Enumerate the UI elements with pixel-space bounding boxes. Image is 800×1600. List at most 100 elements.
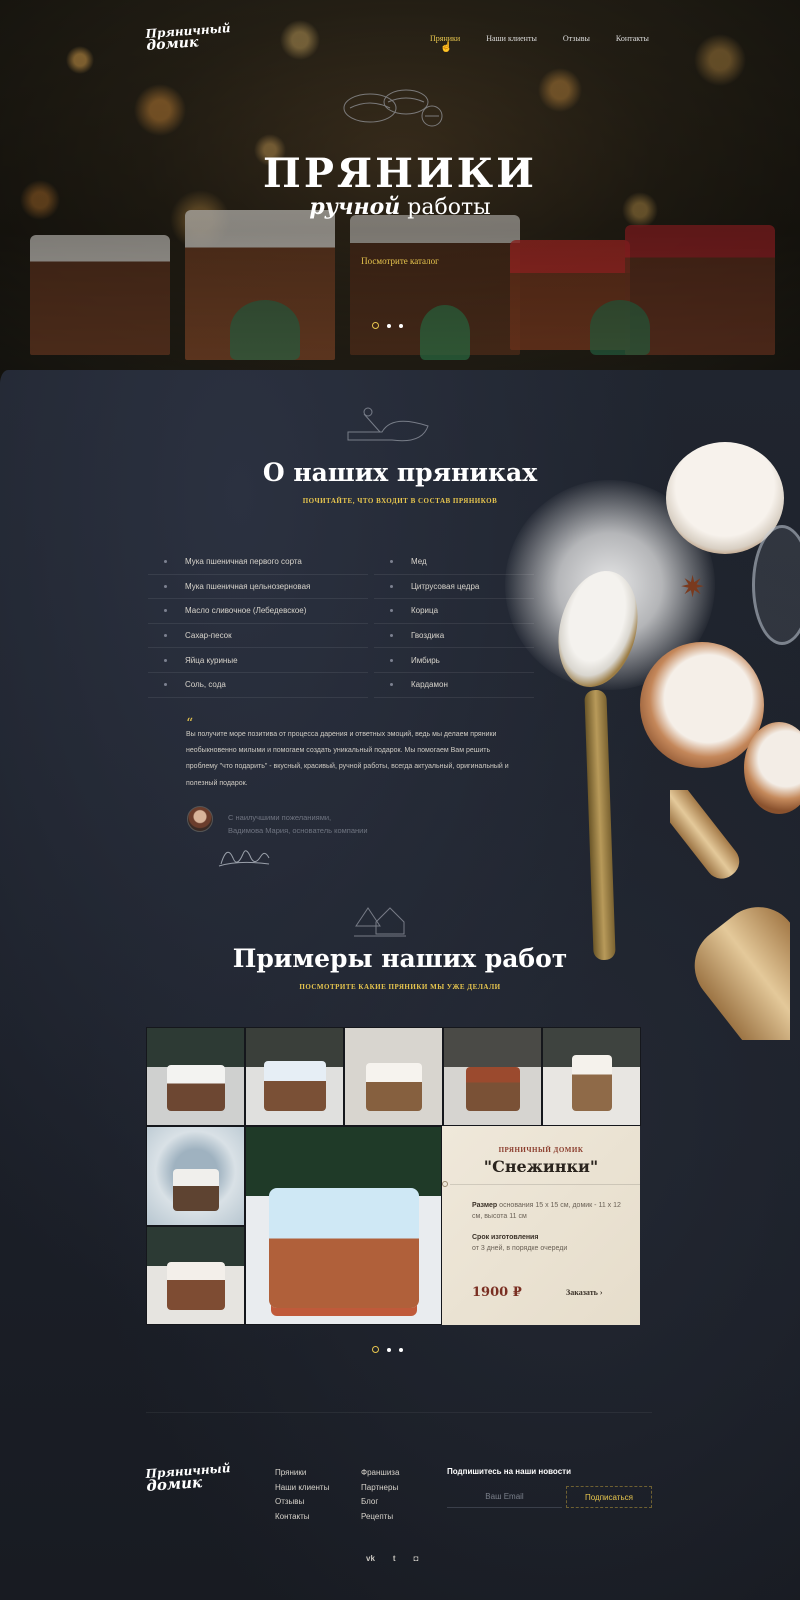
gallery-thumb-6[interactable] — [146, 1126, 245, 1226]
list-item: Цитрусовая цедра — [374, 575, 534, 600]
gingerbread-house-image — [365, 1063, 422, 1112]
works-dot-2[interactable] — [387, 1347, 391, 1352]
instagram-icon[interactable]: ◘ — [414, 1554, 419, 1563]
list-item: Мука пшеничная первого сорта — [148, 550, 368, 575]
bullet-icon — [164, 560, 167, 564]
ingredient-label: Кардамон — [411, 680, 448, 690]
bullet-icon — [164, 634, 167, 638]
ingredient-label: Масло сливочное (Лебедевское) — [185, 606, 307, 616]
bullet-icon — [164, 683, 167, 687]
hero-slider-dots — [372, 322, 403, 329]
bullet-icon — [164, 609, 167, 613]
hero-subtitle-rest: работы — [407, 195, 491, 220]
hero-dot-1[interactable] — [372, 322, 379, 329]
gallery-thumb-5[interactable] — [542, 1027, 641, 1126]
list-item: Мед — [374, 550, 534, 575]
cookies-sketch-icon — [343, 89, 443, 127]
email-field[interactable] — [447, 1486, 562, 1508]
footer-link-reviews[interactable]: Отзывы — [275, 1495, 329, 1510]
gallery-thumb-7[interactable] — [146, 1226, 245, 1325]
quote-author: С наилучшими пожеланиями, Вадимова Мария… — [228, 811, 368, 837]
vk-icon[interactable]: vk — [366, 1554, 375, 1563]
main-nav: Пряники Наши клиенты Отзывы Контакты — [430, 34, 675, 43]
bullet-icon — [390, 634, 393, 638]
footer-link-contacts[interactable]: Контакты — [275, 1510, 329, 1525]
product-card: ПРЯНИЧНЫЙ ДОМИК "Снежинки" Размер основа… — [442, 1126, 640, 1325]
hero-dot-3[interactable] — [399, 323, 403, 328]
ingredients-column-right: Мед Цитрусовая цедра Корица Гвоздика Имб… — [374, 550, 534, 698]
list-item: Яйца куриные — [148, 648, 368, 673]
hero-subtitle: ручной работы — [0, 194, 800, 220]
ingredient-label: Гвоздика — [411, 631, 445, 641]
product-size: Размер основания 15 х 15 см, домик - 11 … — [472, 1200, 622, 1222]
social-links: vk t ◘ — [366, 1554, 418, 1563]
time-value: от 3 дней, в порядке очереди — [472, 1245, 568, 1252]
gallery-thumb-3[interactable] — [344, 1027, 443, 1126]
gingerbread-house-image — [263, 1061, 326, 1112]
twitter-icon[interactable]: t — [393, 1554, 396, 1563]
star-anise-icon: ✷ — [680, 571, 706, 604]
footer-link-blog[interactable]: Блог — [361, 1495, 399, 1510]
list-item: Имбирь — [374, 648, 534, 673]
list-item: Масло сливочное (Лебедевское) — [148, 599, 368, 624]
ingredient-label: Цитрусовая цедра — [411, 581, 480, 591]
footer-divider — [146, 1412, 652, 1413]
bullet-icon — [390, 683, 393, 687]
scoop-sketch-icon — [347, 407, 429, 442]
hero-subtitle-italic: ручной — [309, 194, 401, 220]
gallery-thumb-2[interactable] — [245, 1027, 344, 1126]
ingredient-label: Мед — [411, 557, 427, 567]
card-divider — [450, 1184, 640, 1185]
works-title: Примеры наших работ — [232, 944, 568, 973]
bullet-icon — [390, 584, 393, 588]
product-category: ПРЯНИЧНЫЙ ДОМИК — [498, 1146, 584, 1154]
footer-links-col-1: Пряники Наши клиенты Отзывы Контакты — [275, 1466, 329, 1524]
footer-link-gingerbread[interactable]: Пряники — [275, 1466, 329, 1481]
bullet-icon — [390, 609, 393, 613]
card-divider-dot — [442, 1181, 448, 1187]
works-slider-dots — [372, 1346, 403, 1353]
gingerbread-house-image — [166, 1262, 225, 1311]
list-item: Кардамон — [374, 673, 534, 698]
gallery-thumb-1[interactable] — [146, 1027, 245, 1126]
footer-link-recipes[interactable]: Рецепты — [361, 1510, 399, 1525]
nav-item-reviews[interactable]: Отзывы — [563, 34, 590, 43]
nav-item-clients[interactable]: Наши клиенты — [486, 34, 537, 43]
snowflake-house-image — [268, 1188, 419, 1309]
list-item: Сахар-песок — [148, 624, 368, 649]
product-time: Срок изготовления от 3 дней, в порядке о… — [472, 1232, 622, 1254]
works-dot-1[interactable] — [372, 1346, 379, 1353]
list-item: Корица — [374, 599, 534, 624]
gingerbread-sketch-icon — [354, 907, 406, 937]
subscribe-button[interactable]: Подписаться — [566, 1486, 652, 1508]
works-dot-3[interactable] — [399, 1347, 403, 1352]
ingredient-label: Соль, сода — [185, 680, 226, 690]
newsletter-title: Подпишитесь на наши новости — [447, 1467, 571, 1476]
footer-link-franchise[interactable]: Франшиза — [361, 1466, 399, 1481]
hero-title: ПРЯНИКИ — [263, 150, 537, 197]
about-title: О наших пряниках — [262, 458, 538, 487]
ingredient-label: Корица — [411, 606, 439, 616]
rolling-pin — [670, 790, 790, 1040]
ingredient-label: Мука пшеничная цельнозерновая — [185, 581, 311, 591]
nav-item-contacts[interactable]: Контакты — [616, 34, 649, 43]
gallery-thumb-4[interactable] — [443, 1027, 542, 1126]
footer-links-col-2: Франшиза Партнеры Блог Рецепты — [361, 1466, 399, 1524]
works-subtitle: ПОСМОТРИТЕ КАКИЕ ПРЯНИКИ МЫ УЖЕ ДЕЛАЛИ — [299, 983, 501, 991]
bullet-icon — [390, 560, 393, 564]
product-price: 1900 ₽ — [472, 1285, 522, 1300]
order-button[interactable]: Заказать › — [566, 1288, 603, 1297]
about-subtitle: ПОЧИТАЙТЕ, ЧТО ВХОДИТ В СОСТАВ ПРЯНИКОВ — [302, 497, 498, 505]
list-item: Соль, сода — [148, 673, 368, 698]
footer-link-partners[interactable]: Партнеры — [361, 1481, 399, 1496]
ingredient-label: Яйца куриные — [185, 655, 238, 665]
bullet-icon — [164, 584, 167, 588]
gallery-featured-image[interactable] — [245, 1126, 442, 1325]
eggshell-2 — [640, 642, 764, 768]
bullet-icon — [390, 658, 393, 662]
bullet-icon — [164, 658, 167, 662]
hero-dot-2[interactable] — [387, 323, 391, 328]
signature — [218, 850, 270, 867]
footer-link-clients[interactable]: Наши клиенты — [275, 1481, 329, 1496]
catalog-button[interactable]: Посмотрите каталог — [344, 250, 456, 272]
